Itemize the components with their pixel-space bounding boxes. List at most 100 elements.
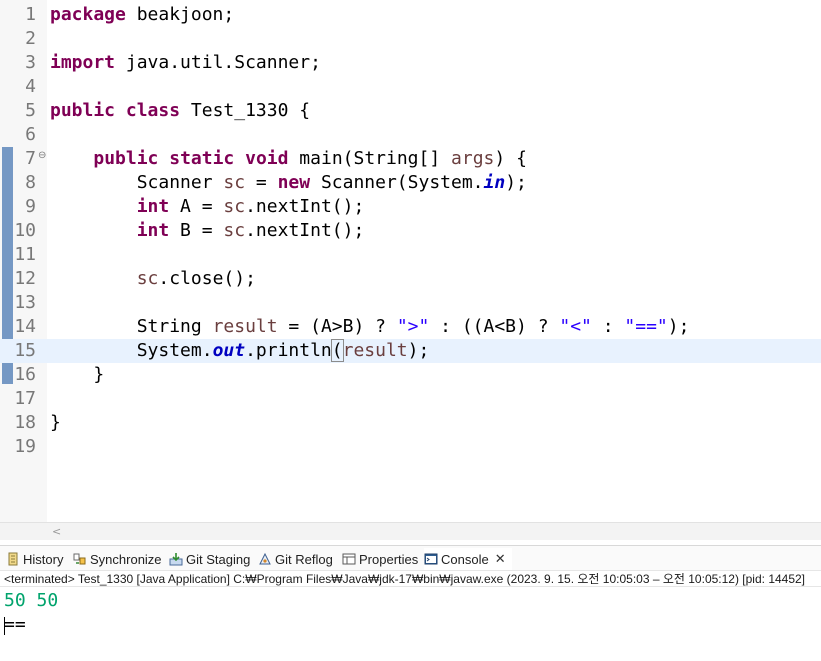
- line-number: 13: [14, 292, 36, 313]
- static-field-token: in: [483, 172, 506, 193]
- variable-token: sc: [223, 196, 246, 217]
- code-text: }: [50, 363, 104, 387]
- console-process-description: <terminated> Test_1330 [Java Application…: [4, 572, 806, 586]
- code-editor[interactable]: 1 package beakjoon; 2 3 import java.util.Sca…: [0, 0, 821, 522]
- close-icon[interactable]: ✕: [495, 552, 506, 567]
- code-text: int A = sc.nextInt();: [50, 195, 365, 219]
- code-line[interactable]: 6: [0, 123, 821, 147]
- git-staging-icon: [169, 552, 183, 566]
- horizontal-scrollbar[interactable]: <: [47, 522, 821, 540]
- code-line[interactable]: 17: [0, 387, 821, 411]
- code-line[interactable]: 4: [0, 75, 821, 99]
- code-text: System.out.println(result);: [50, 339, 429, 363]
- current-code-line[interactable]: 15 System.out.println(result);: [0, 339, 821, 363]
- code-token: .nextInt();: [245, 196, 365, 217]
- line-number: 16: [14, 364, 36, 385]
- variable-token: sc: [136, 268, 159, 289]
- static-field-token: out: [212, 340, 246, 361]
- line-number: 2: [25, 28, 36, 49]
- code-line[interactable]: 7 ⊖ public static void main(String[] args…: [0, 147, 821, 171]
- history-icon: [6, 552, 20, 566]
- tab-console-label: Console: [441, 551, 489, 567]
- code-line[interactable]: 14 String result = (A>B) ? ">" : ((A<B) …: [0, 315, 821, 339]
- code-line[interactable]: 1 package beakjoon;: [0, 3, 821, 27]
- line-number: 18: [14, 412, 36, 433]
- line-number: 12: [14, 268, 36, 289]
- tab-synchronize[interactable]: Synchronize: [73, 548, 162, 570]
- code-line[interactable]: 18}: [0, 411, 821, 435]
- tab-properties[interactable]: Properties: [342, 548, 418, 570]
- code-text: import java.util.Scanner;: [50, 51, 321, 75]
- code-line[interactable]: 16 }: [0, 363, 821, 387]
- code-text: String result = (A>B) ? ">" : ((A<B) ? "…: [50, 315, 690, 339]
- keyword-token: void: [245, 148, 289, 169]
- console-output[interactable]: 50 50 ==: [0, 588, 821, 661]
- properties-icon: [342, 552, 356, 566]
- string-literal-token: "==": [624, 316, 668, 337]
- views-tab-bar: History Synchronize Git Staging Git Refl…: [0, 545, 821, 570]
- code-token: Scanner: [50, 172, 224, 193]
- keyword-token: package: [50, 4, 126, 25]
- variable-token: sc: [223, 172, 246, 193]
- line-number: 9: [25, 196, 36, 217]
- tab-git-reflog[interactable]: Git Reflog: [258, 548, 333, 570]
- code-token: .nextInt();: [245, 220, 365, 241]
- code-token: }: [50, 364, 105, 385]
- keyword-token: int: [136, 220, 170, 241]
- code-line[interactable]: 19: [0, 435, 821, 459]
- tab-history[interactable]: History: [6, 548, 63, 570]
- code-line[interactable]: 3 import java.util.Scanner;: [0, 51, 821, 75]
- code-lines[interactable]: 1 package beakjoon; 2 3 import java.util.Sca…: [0, 3, 821, 459]
- code-line[interactable]: 13: [0, 291, 821, 315]
- code-text: int B = sc.nextInt();: [50, 219, 365, 243]
- line-number: 15: [14, 340, 36, 361]
- code-line[interactable]: 11: [0, 243, 821, 267]
- code-token: }: [50, 412, 61, 433]
- code-token: );: [407, 340, 430, 361]
- keyword-token: import: [50, 52, 116, 73]
- line-number: 6: [25, 124, 36, 145]
- tab-console[interactable]: Console ✕: [424, 548, 512, 570]
- code-token: .println: [245, 340, 332, 361]
- code-line[interactable]: 8 Scanner sc = new Scanner(System.in);: [0, 171, 821, 195]
- fold-collapse-icon[interactable]: ⊖: [38, 149, 46, 163]
- line-number: 8: [25, 172, 36, 193]
- code-line[interactable]: 5 public class Test_1330 {: [0, 99, 821, 123]
- code-token: Test_1330 {: [180, 100, 311, 121]
- console-icon: [424, 552, 438, 566]
- keyword-token: public: [93, 148, 159, 169]
- code-line[interactable]: 2: [0, 27, 821, 51]
- line-number: 17: [14, 388, 36, 409]
- line-number: 5: [25, 100, 36, 121]
- code-token: B =: [169, 220, 224, 241]
- scroll-left-icon[interactable]: <: [52, 524, 61, 540]
- keyword-token: int: [136, 196, 170, 217]
- code-text: public class Test_1330 {: [50, 99, 310, 123]
- code-token: String: [50, 316, 213, 337]
- code-line[interactable]: 9 int A = sc.nextInt();: [0, 195, 821, 219]
- code-token: Scanner(System.: [310, 172, 484, 193]
- tab-git-staging-label: Git Staging: [186, 551, 251, 567]
- code-token: .close();: [158, 268, 256, 289]
- console-input-line: 50 50: [4, 590, 59, 611]
- string-literal-token: "<": [559, 316, 592, 337]
- tab-git-staging[interactable]: Git Staging: [169, 548, 250, 570]
- code-token: java.util.Scanner;: [115, 52, 321, 73]
- code-line[interactable]: 10 int B = sc.nextInt();: [0, 219, 821, 243]
- code-line[interactable]: 12 sc.close();: [0, 267, 821, 291]
- tab-history-label: History: [23, 551, 64, 567]
- line-number: 10: [14, 220, 36, 241]
- line-number: 1: [25, 4, 36, 25]
- code-token: : ((A<B) ?: [429, 316, 560, 337]
- code-text: public static void main(String[] args) {: [50, 147, 527, 171]
- git-reflog-icon: [258, 552, 272, 566]
- line-number: 11: [14, 244, 36, 265]
- code-token: :: [591, 316, 625, 337]
- code-text: }: [50, 411, 61, 435]
